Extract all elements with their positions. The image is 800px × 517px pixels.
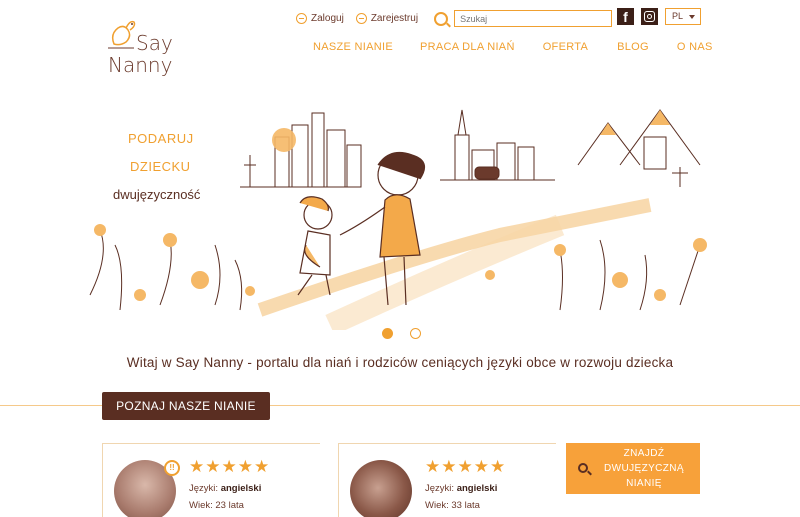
slider-dots	[382, 328, 438, 339]
star-icon: ★	[457, 457, 473, 476]
chevron-down-icon	[689, 15, 695, 19]
age-row: Wiek: 23 lata	[189, 500, 244, 511]
star-icon: ★	[254, 457, 270, 476]
search-icon[interactable]	[434, 11, 449, 26]
nav-oferta[interactable]: OFERTA	[543, 41, 588, 53]
search-input[interactable]	[454, 10, 613, 27]
register-icon	[355, 13, 367, 24]
register-link[interactable]: Zarejestruj	[355, 13, 419, 24]
rating-stars: ★ ★ ★ ★ ★	[425, 458, 506, 475]
facebook-icon[interactable]: f	[617, 8, 634, 25]
nav-praca-dla-nian[interactable]: PRACA DLA NIAŃ	[420, 41, 515, 53]
star-icon: ★	[205, 457, 221, 476]
logo-text-say: Say	[136, 31, 173, 55]
languages-label: Języki:	[189, 483, 219, 494]
star-icon: ★	[189, 457, 205, 476]
nanny-card[interactable]: !! ★ ★ ★ ★ ★ Języki: angielski Wiek: 23 …	[102, 443, 320, 517]
language-value: PL	[672, 11, 684, 21]
register-label: Zarejestruj	[370, 13, 419, 24]
hero-tagline-1: PODARUJ	[128, 131, 194, 146]
age-value: 23 lata	[215, 500, 244, 511]
logo-text-nanny: Nanny	[108, 53, 173, 77]
slider-dot-2[interactable]	[410, 328, 421, 339]
hero-tagline-3: dwujęzyczność	[113, 187, 201, 202]
instagram-icon[interactable]	[641, 8, 658, 25]
slider-dot-1[interactable]	[382, 328, 393, 339]
nav-o-nas[interactable]: O NAS	[677, 41, 713, 53]
nav-blog[interactable]: BLOG	[617, 41, 649, 53]
age-row: Wiek: 33 lata	[425, 500, 480, 511]
meet-nannies-button[interactable]: POZNAJ NASZE NIANIE	[102, 392, 270, 420]
languages-value: angielski	[456, 483, 498, 494]
avatar	[350, 460, 412, 517]
languages-label: Języki:	[425, 483, 455, 494]
badge-icon: !!	[164, 460, 180, 476]
hero-tagline-2: DZIECKU	[130, 159, 191, 174]
hero-illustration	[89, 109, 707, 330]
nav-nasze-nianie[interactable]: NASZE NIANIE	[313, 41, 393, 53]
star-icon: ★	[441, 457, 457, 476]
star-icon: ★	[490, 457, 506, 476]
login-icon	[296, 13, 307, 24]
star-icon: ★	[221, 457, 237, 476]
age-label: Wiek:	[425, 500, 449, 511]
logo[interactable]: Say Nanny	[106, 14, 196, 84]
login-link[interactable]: Zaloguj	[296, 13, 344, 24]
languages-value: angielski	[220, 483, 262, 494]
nanny-card[interactable]: ★ ★ ★ ★ ★ Języki: angielski Wiek: 33 lat…	[338, 443, 556, 517]
star-icon: ★	[425, 457, 441, 476]
search-icon	[578, 463, 588, 473]
find-nanny-label: ZNAJDŹ DWUJĘZYCZNĄ NIANIĘ	[604, 448, 684, 489]
languages-row: Języki: angielski	[425, 483, 497, 494]
find-nanny-button[interactable]: ZNAJDŹ DWUJĘZYCZNĄ NIANIĘ	[566, 443, 700, 494]
rating-stars: ★ ★ ★ ★ ★	[189, 458, 270, 475]
age-label: Wiek:	[189, 500, 213, 511]
star-icon: ★	[473, 457, 489, 476]
star-icon: ★	[237, 457, 253, 476]
main-nav: NASZE NIANIE PRACA DLA NIAŃ OFERTA BLOG …	[313, 41, 713, 53]
login-label: Zaloguj	[311, 13, 344, 24]
language-select[interactable]: PL	[665, 8, 701, 25]
age-value: 33 lata	[451, 500, 480, 511]
welcome-text: Witaj w Say Nanny - portalu dla niań i r…	[126, 355, 674, 370]
languages-row: Języki: angielski	[189, 483, 261, 494]
